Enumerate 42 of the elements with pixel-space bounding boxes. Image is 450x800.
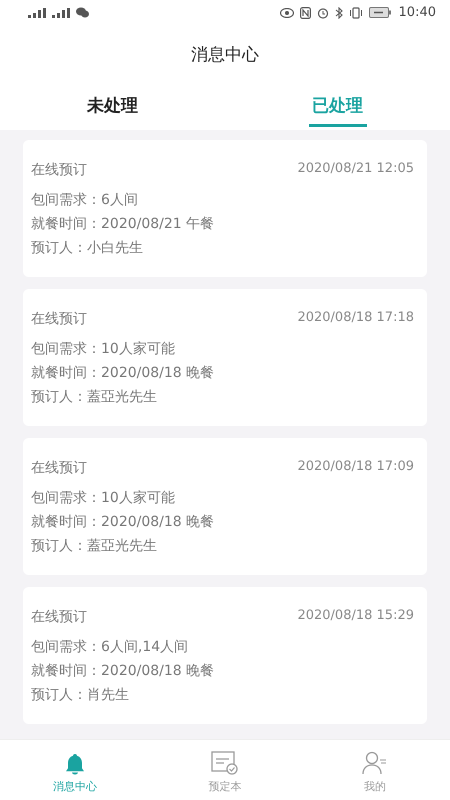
message-time: 2020/08/18 15:29: [297, 608, 414, 625]
battery-icon: [368, 7, 391, 18]
message-detail: 包间需求：10人家可能: [31, 340, 176, 359]
message-type: 在线预订: [31, 310, 87, 328]
document-check-icon: [211, 751, 239, 775]
message-detail: 包间需求：6人间: [31, 191, 139, 210]
nav-tab[interactable]: 我的: [300, 740, 450, 800]
bluetooth-icon: [334, 6, 343, 18]
message-card[interactable]: 在线预订 2020/08/18 15:29 包间需求：6人间,14人间 就餐时间：2020/08/18 晚餐 预订人：肖先生: [23, 587, 427, 724]
message-detail: 预订人：蓋亞光先生: [31, 388, 158, 407]
status-time: 10:40: [398, 5, 436, 20]
message-detail: 包间需求：6人间,14人间: [31, 638, 190, 657]
eye-icon: [280, 8, 294, 18]
nfc-icon: [300, 6, 311, 18]
message-time: 2020/08/18 17:09: [297, 459, 414, 476]
message-detail: 包间需求：10人家可能: [31, 489, 176, 508]
message-card[interactable]: 在线预订 2020/08/18 17:09 包间需求：10人家可能 就餐时间：2020/08/18 晚餐 预订人：蓋亞光先生: [23, 438, 427, 575]
alarm-icon: [316, 6, 329, 18]
message-time: 2020/08/18 17:18: [297, 310, 414, 327]
chat-icon: [76, 7, 89, 18]
message-detail: 就餐时间：2020/08/18 晚餐: [31, 662, 216, 681]
message-detail: 就餐时间：2020/08/21 午餐: [31, 215, 216, 234]
message-type: 在线预订: [31, 161, 87, 179]
tab[interactable]: 未处理: [0, 83, 225, 130]
signal-icon: [52, 8, 70, 18]
message-type: 在线预订: [31, 459, 87, 477]
user-icon: [362, 751, 388, 775]
message-card[interactable]: 在线预订 2020/08/21 12:05 包间需求：6人间 就餐时间：2020/08/21 午餐 预订人：小白先生: [23, 140, 427, 277]
nav-tab[interactable]: 消息中心: [0, 740, 150, 800]
bell-icon: [64, 753, 86, 775]
message-detail: 就餐时间：2020/08/18 晚餐: [31, 364, 216, 383]
message-type: 在线预订: [31, 608, 87, 626]
message-time: 2020/08/21 12:05: [297, 161, 414, 178]
signal-icon: [28, 8, 46, 18]
message-detail: 就餐时间：2020/08/18 晚餐: [31, 513, 216, 532]
vibrate-icon: [348, 6, 363, 18]
message-detail: 预订人：肖先生: [31, 686, 130, 705]
message-detail: 预订人：小白先生: [31, 239, 144, 258]
message-detail: 预订人：蓋亞光先生: [31, 537, 158, 556]
message-card[interactable]: 在线预订 2020/08/18 17:18 包间需求：10人家可能 就餐时间：2020/08/18 晚餐 预订人：蓋亞光先生: [23, 289, 427, 426]
nav-tab[interactable]: 预定本: [150, 740, 300, 800]
page-title: 消息中心: [191, 44, 259, 66]
